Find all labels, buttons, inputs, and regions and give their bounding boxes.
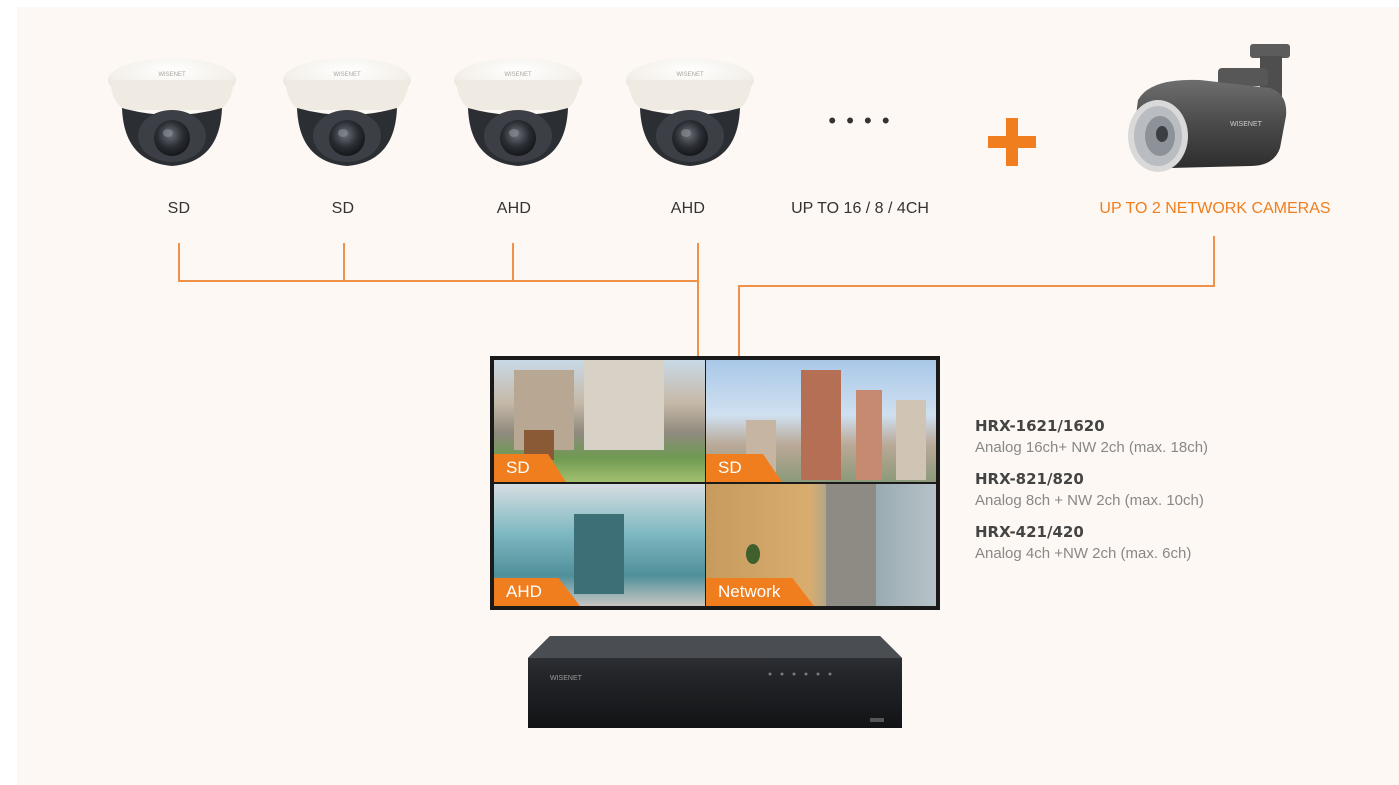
model-item: HRX-821/820 Analog 8ch + NW 2ch (max. 10… [975,470,1315,509]
monitor-panel-2: SD [706,360,936,482]
panel-tag-sd: SD [494,454,566,482]
recorder-device-icon: WISENET [528,636,902,728]
camera-brand: WISENET [158,72,186,78]
panel-tag-ahd: AHD [494,578,580,606]
model-item: HRX-421/420 Analog 4ch +NW 2ch (max. 6ch… [975,523,1315,562]
connector-line [738,285,1215,287]
connector-line [697,243,699,357]
connector-line [343,243,345,282]
camera-label-4: AHD [670,200,706,217]
monitor-panel-3: AHD [494,484,705,606]
camera-brand: WISENET [333,72,361,78]
plus-icon [988,118,1036,166]
model-list: HRX-1621/1620 Analog 16ch+ NW 2ch (max. … [975,417,1315,562]
network-camera-icon: WISENET [1128,44,1290,172]
monitor: SD SD AHD Network [490,356,940,610]
model-description: Analog 4ch +NW 2ch (max. 6ch) [975,545,1192,562]
dome-camera-icon: WISENET [283,58,411,166]
channel-count-label: UP TO 16 / 8 / 4CH [791,200,929,217]
connector-line [178,280,699,282]
camera-brand: WISENET [676,72,704,78]
model-name: HRX-821/820 [975,470,1084,488]
network-camera-brand: WISENET [1230,121,1263,128]
more-cameras-ellipsis: • • • • [828,108,892,133]
connector-line [178,243,180,282]
recorder-brand: WISENET [550,675,583,682]
camera-label-3: AHD [496,200,532,217]
connector-line [512,243,514,282]
monitor-panel-4: Network [706,484,936,606]
connector-line [1213,236,1215,286]
model-description: Analog 16ch+ NW 2ch (max. 18ch) [975,439,1209,456]
dome-camera-icon: WISENET [454,58,582,166]
network-camera-label: UP TO 2 NETWORK CAMERAS [1099,200,1331,217]
dome-camera-icon: WISENET [108,58,236,166]
camera-label-2: SD [331,200,355,217]
model-item: HRX-1621/1620 Analog 16ch+ NW 2ch (max. … [975,417,1315,456]
model-name: HRX-1621/1620 [975,417,1105,435]
model-name: HRX-421/420 [975,523,1084,541]
panel-tag-network: Network [706,578,814,606]
connector-line [738,285,740,357]
model-description: Analog 8ch + NW 2ch (max. 10ch) [975,492,1204,509]
dome-camera-icon: WISENET [626,58,754,166]
camera-brand: WISENET [504,72,532,78]
monitor-panel-1: SD [494,360,705,482]
